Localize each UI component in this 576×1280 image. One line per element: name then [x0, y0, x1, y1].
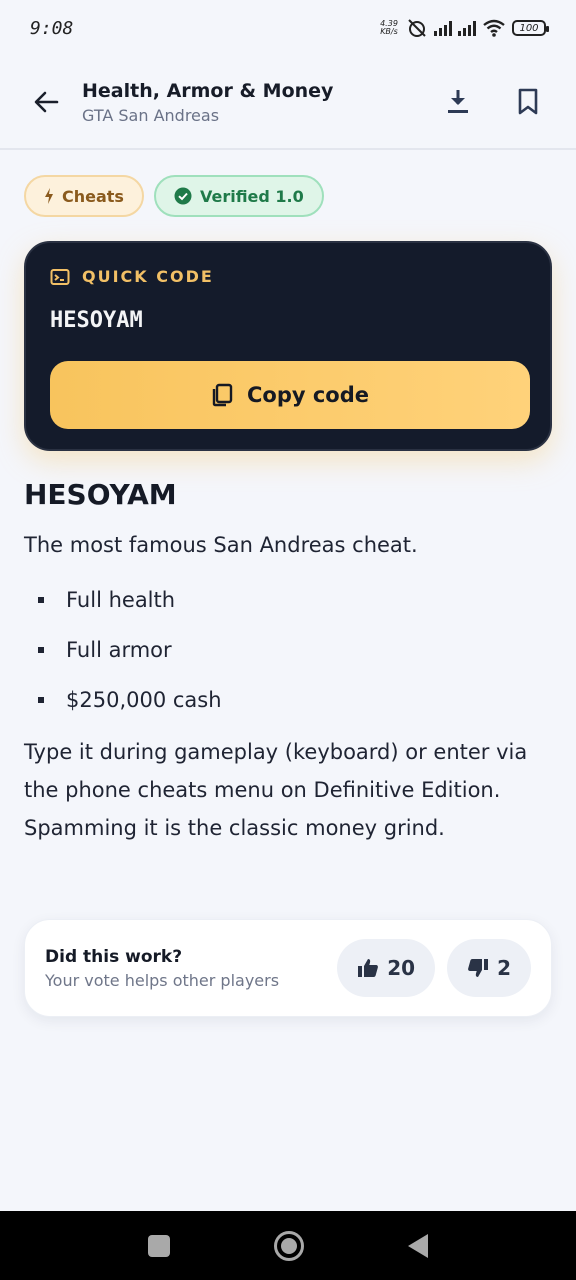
copy-code-button[interactable]: Copy code [50, 361, 530, 429]
category-label: Cheats [62, 186, 124, 206]
battery-icon: 100 [512, 20, 549, 36]
back-button[interactable] [24, 80, 68, 124]
status-time: 9:08 [30, 17, 74, 39]
bullet-dot [38, 597, 44, 603]
copy-code-label: Copy code [246, 383, 370, 407]
bullet-dot [38, 647, 44, 653]
cheat-instructions: Type it during gameplay (keyboard) or en… [24, 740, 528, 840]
bookmark-button[interactable] [504, 78, 552, 126]
verified-chip[interactable]: Verified 1.0 [153, 175, 324, 217]
vote-text: Did this work? Your vote helps other pla… [45, 947, 325, 990]
signal-icon [434, 20, 452, 36]
thumbs-up-icon [358, 959, 379, 977]
system-back-button[interactable] [408, 1233, 428, 1258]
status-icons: 4.39 KB/s 100 [378, 18, 549, 38]
app-header: Health, Armor & Money GTA San Andreas [0, 56, 576, 150]
quick-code-label: QUICK CODE [82, 267, 214, 286]
signal-icon-2 [458, 20, 476, 36]
vote-question: Did this work? [45, 946, 183, 967]
list-item: $250,000 cash [24, 675, 552, 725]
cheat-description: HESOYAM The most famous San Andreas chea… [24, 478, 552, 847]
cheat-code: HESOYAM [50, 308, 143, 333]
downvote-button[interactable]: 2 [447, 939, 531, 997]
effects-list: Full health Full armor $250,000 cash [24, 575, 552, 725]
tag-chips: Cheats Verified 1.0 [24, 175, 324, 217]
home-button[interactable] [274, 1230, 304, 1261]
bullet-dot [38, 697, 44, 703]
bookmark-icon [518, 88, 538, 115]
download-button[interactable] [434, 78, 482, 126]
recents-button[interactable] [148, 1234, 170, 1257]
vote-subtitle: Your vote helps other players [45, 970, 280, 990]
header-titles: Health, Armor & Money GTA San Andreas [82, 80, 412, 125]
page-title: Health, Armor & Money [82, 79, 334, 102]
cheat-lead: The most famous San Andreas cheat. [24, 533, 418, 557]
alarm-muted-icon [408, 19, 426, 37]
verified-label: Verified 1.0 [199, 186, 304, 206]
thumbs-down-icon [468, 959, 489, 977]
page-subtitle: GTA San Andreas [82, 105, 220, 125]
verified-badge-icon [174, 187, 192, 205]
network-speed: 4.39 KB/s [380, 19, 398, 36]
status-bar: 9:08 4.39 KB/s 100 [0, 0, 576, 56]
vote-card: Did this work? Your vote helps other pla… [24, 919, 552, 1017]
download-icon [448, 90, 468, 113]
downvote-count: 2 [497, 956, 511, 980]
category-chip[interactable]: Cheats [24, 175, 144, 217]
back-arrow-icon [34, 91, 59, 113]
terminal-icon [50, 268, 70, 285]
wifi-icon [483, 19, 505, 37]
upvote-count: 20 [387, 956, 416, 980]
upvote-button[interactable]: 20 [337, 939, 436, 997]
quick-code-header: QUICK CODE [50, 267, 526, 286]
quick-code-card: QUICK CODE HESOYAM Copy code [24, 241, 552, 451]
cheat-heading: HESOYAM [24, 478, 177, 511]
list-item: Full armor [24, 625, 552, 675]
list-item: Full health [24, 575, 552, 625]
system-nav-bar [0, 1211, 576, 1280]
copy-icon [212, 383, 233, 407]
lightning-icon [45, 188, 53, 204]
